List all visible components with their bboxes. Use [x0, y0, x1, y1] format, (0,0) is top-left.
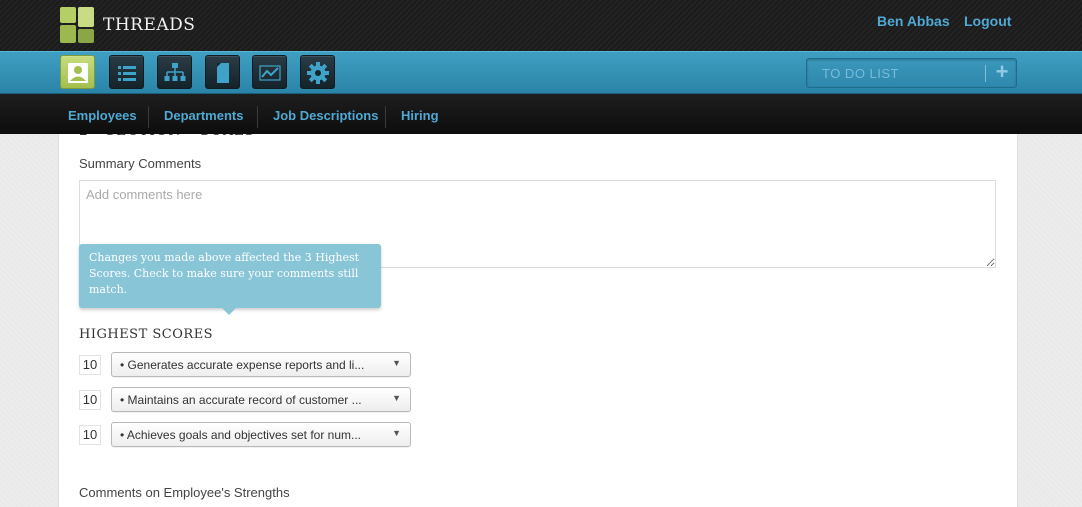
- score-change-tooltip: Changes you made above affected the 3 Hi…: [79, 244, 381, 315]
- score-item-select[interactable]: • Achieves goals and objectives set for …: [111, 422, 411, 447]
- score-item-text: • Generates accurate expense reports and…: [120, 358, 365, 372]
- todo-list-box: +: [806, 58, 1017, 88]
- caret-down-icon: ▼: [392, 428, 401, 438]
- reports-button[interactable]: [252, 55, 287, 89]
- todo-divider: [985, 65, 986, 82]
- logout-link[interactable]: Logout: [964, 13, 1011, 29]
- chart-icon: [259, 65, 281, 81]
- score-item-text: • Maintains an accurate record of custom…: [120, 393, 362, 407]
- list-button[interactable]: [109, 55, 144, 89]
- highest-scores-heading: HIGHEST SCORES: [79, 327, 214, 342]
- nav-departments[interactable]: Departments: [164, 108, 243, 123]
- user-icon: [68, 63, 88, 83]
- nav-divider: [257, 106, 258, 128]
- org-chart-button[interactable]: [157, 55, 192, 89]
- nav-employees[interactable]: Employees: [68, 108, 137, 123]
- nav-hiring[interactable]: Hiring: [401, 108, 439, 123]
- settings-button[interactable]: [300, 55, 335, 89]
- caret-down-icon: ▼: [392, 358, 401, 368]
- add-todo-icon[interactable]: +: [990, 61, 1014, 85]
- threads-logo-icon[interactable]: [60, 7, 96, 43]
- list-icon: [118, 66, 136, 81]
- top-bar: THREADS Ben Abbas Logout: [0, 0, 1082, 51]
- gear-icon: [307, 62, 329, 84]
- todo-list-input[interactable]: [808, 60, 984, 86]
- review-form-panel: 2 - SECTION - GOALS Summary Comments Cha…: [58, 120, 1018, 507]
- caret-down-icon: ▼: [392, 393, 401, 403]
- score-item-select[interactable]: • Maintains an accurate record of custom…: [111, 387, 411, 412]
- document-icon: [217, 63, 229, 83]
- sub-navigation: Employees Departments Job Descriptions H…: [0, 94, 1082, 134]
- score-value: 10: [79, 355, 101, 375]
- org-chart-icon: [164, 63, 186, 81]
- score-value: 10: [79, 425, 101, 445]
- summary-comments-label: Summary Comments: [79, 156, 202, 171]
- strengths-comments-label: Comments on Employee's Strengths: [79, 485, 290, 500]
- score-item-text: • Achieves goals and objectives set for …: [120, 428, 361, 442]
- score-item-select[interactable]: • Generates accurate expense reports and…: [111, 352, 411, 377]
- documents-button[interactable]: [205, 55, 240, 89]
- nav-divider: [148, 106, 149, 128]
- brand-name: THREADS: [103, 15, 196, 35]
- tooltip-text: Changes you made above affected the 3 Hi…: [89, 251, 360, 296]
- main-toolbar: +: [0, 51, 1082, 94]
- profile-button[interactable]: [60, 55, 95, 89]
- user-name-link[interactable]: Ben Abbas: [877, 13, 950, 29]
- score-value: 10: [79, 390, 101, 410]
- nav-job-descriptions[interactable]: Job Descriptions: [273, 108, 378, 123]
- tooltip-arrow: [222, 308, 236, 315]
- nav-divider: [385, 106, 386, 128]
